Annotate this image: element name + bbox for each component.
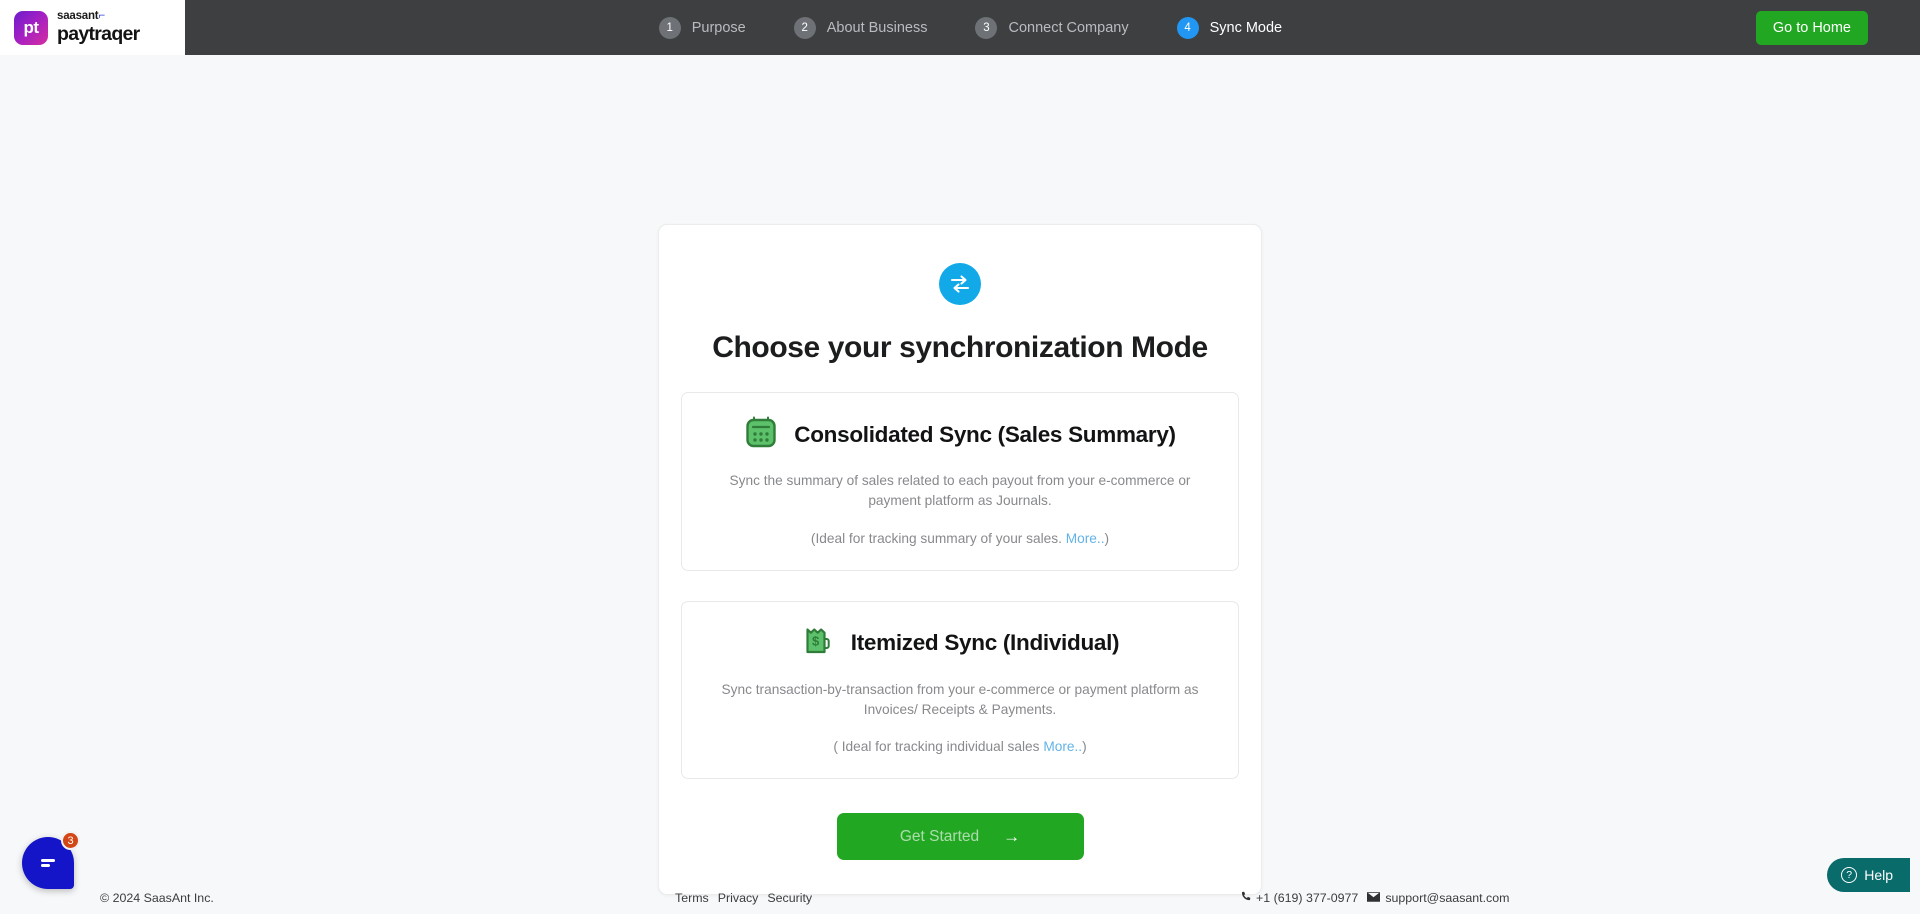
- step-number: 4: [1176, 16, 1199, 39]
- option-header: $ Itemized Sync (Individual): [702, 624, 1218, 663]
- get-started-button[interactable]: Get Started →: [836, 813, 1084, 861]
- option-description: Sync transaction-by-transaction from you…: [721, 681, 1199, 717]
- page-title: Choose your synchronization Mode: [712, 331, 1208, 364]
- phone-number: +1 (619) 377-0977: [1256, 891, 1359, 905]
- option-header: Consolidated Sync (Sales Summary): [702, 415, 1218, 454]
- onboarding-stepper: 1 Purpose 2 About Business 3 Connect Com…: [185, 0, 1756, 55]
- step-label: Connect Company: [1008, 19, 1129, 36]
- more-link[interactable]: More..: [1066, 531, 1105, 546]
- note-prefix: (Ideal for tracking summary of your sale…: [810, 530, 1066, 546]
- step-number: 2: [793, 16, 816, 39]
- calendar-icon: [744, 415, 778, 454]
- footer-contact: +1 (619) 377-0977 support@saasant.com: [1240, 891, 1509, 905]
- chat-unread-badge: 3: [61, 831, 80, 850]
- footer-links: Terms Privacy Security: [675, 891, 812, 905]
- footer-link-terms[interactable]: Terms: [675, 891, 709, 905]
- footer-link-security[interactable]: Security: [767, 891, 812, 905]
- svg-text:$: $: [812, 633, 820, 648]
- footer-copyright: © 2024 SaasAnt Inc.: [100, 891, 214, 905]
- step-about-business[interactable]: 2 About Business: [793, 16, 928, 39]
- sync-arrows-icon: [939, 263, 981, 305]
- option-title: Consolidated Sync (Sales Summary): [794, 421, 1176, 447]
- question-mark-icon: ?: [1841, 867, 1858, 883]
- logo-mark-text: pt: [23, 17, 39, 37]
- step-connect-company[interactable]: 3 Connect Company: [975, 16, 1129, 39]
- more-link[interactable]: More..: [1043, 739, 1082, 754]
- step-label: About Business: [826, 19, 928, 36]
- brand-saasant: saasant⌐: [57, 10, 105, 22]
- note-prefix: ( Ideal for tracking individual sales: [833, 739, 1044, 755]
- help-label: Help: [1864, 867, 1893, 883]
- step-number: 3: [975, 16, 998, 39]
- option-title: Itemized Sync (Individual): [850, 630, 1120, 656]
- page-footer: © 2024 SaasAnt Inc. Terms Privacy Securi…: [0, 882, 1920, 914]
- phone-icon: [1240, 891, 1251, 905]
- step-label: Purpose: [691, 19, 746, 36]
- note-suffix: ): [1082, 739, 1087, 755]
- option-note: ( Ideal for tracking individual sales Mo…: [702, 739, 1218, 754]
- footer-phone[interactable]: +1 (619) 377-0977: [1240, 891, 1358, 905]
- mail-icon: [1366, 891, 1381, 905]
- brand-tick-icon: ⌐: [98, 10, 105, 22]
- step-sync-mode[interactable]: 4 Sync Mode: [1176, 16, 1283, 39]
- sync-mode-card: Choose your synchronization Mode Consoli…: [658, 224, 1262, 896]
- step-purpose[interactable]: 1 Purpose: [658, 16, 746, 39]
- email-address: support@saasant.com: [1385, 891, 1510, 905]
- option-note: (Ideal for tracking summary of your sale…: [702, 531, 1218, 546]
- top-header: pt saasant⌐ paytraqer 1 Purpose 2 About …: [0, 0, 1920, 55]
- brand-logo[interactable]: pt saasant⌐ paytraqer: [0, 0, 185, 55]
- paytraqer-logo-mark: pt: [14, 10, 48, 45]
- option-description: Sync the summary of sales related to eac…: [729, 473, 1191, 508]
- note-suffix: ): [1104, 530, 1110, 546]
- money-receipt-icon: $: [801, 624, 835, 663]
- footer-email[interactable]: support@saasant.com: [1366, 891, 1510, 905]
- brand-paytraqer: paytraqer: [57, 22, 140, 45]
- step-label: Sync Mode: [1209, 19, 1283, 36]
- option-itemized-sync[interactable]: $ Itemized Sync (Individual) Sync transa…: [681, 600, 1239, 780]
- footer-link-privacy[interactable]: Privacy: [718, 891, 759, 905]
- sync-icon-container: [681, 263, 1239, 305]
- go-to-home-button[interactable]: Go to Home: [1755, 10, 1868, 45]
- cta-container: Get Started →: [681, 813, 1239, 861]
- step-number: 1: [658, 16, 681, 39]
- get-started-label: Get Started: [899, 827, 980, 845]
- option-consolidated-sync[interactable]: Consolidated Sync (Sales Summary) Sync t…: [681, 392, 1239, 571]
- arrow-right-icon: →: [1003, 827, 1021, 847]
- brand-wordmark: saasant⌐ paytraqer: [57, 10, 140, 45]
- main-content: Choose your synchronization Mode Consoli…: [0, 55, 1920, 914]
